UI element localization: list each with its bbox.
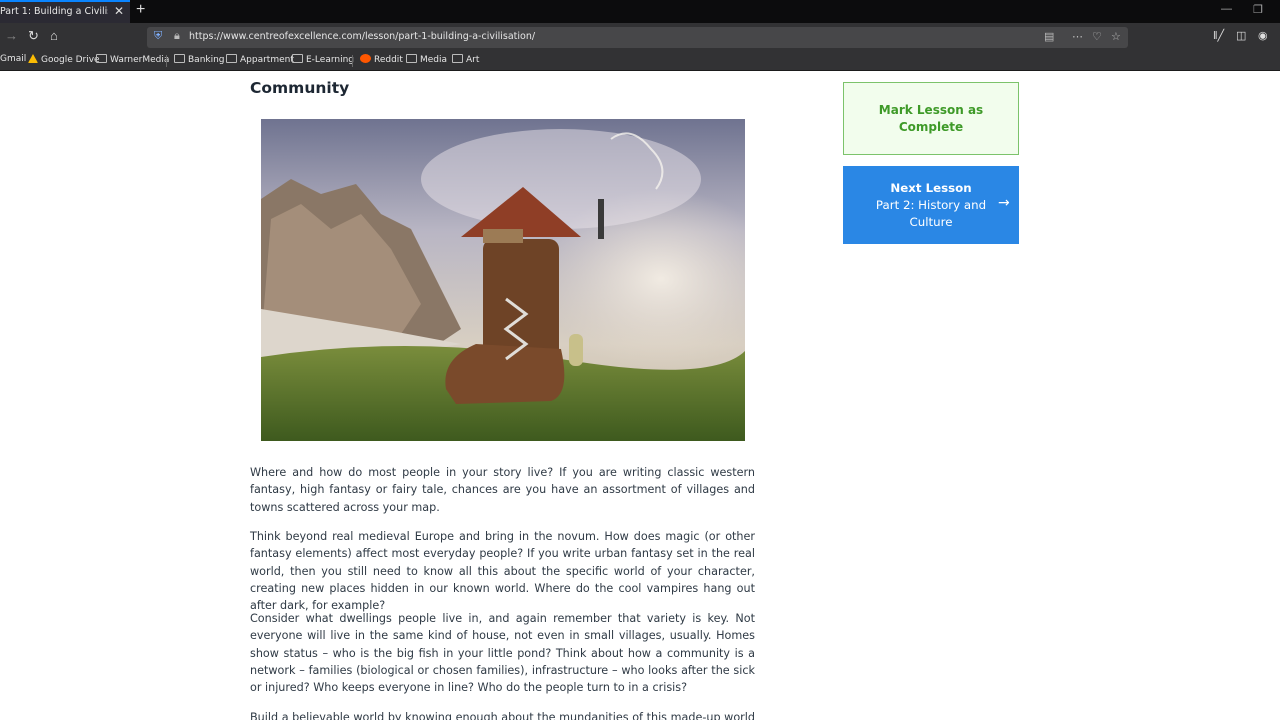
close-icon[interactable]: ✕ (114, 4, 124, 18)
paragraph-3: Consider what dwellings people live in, … (250, 612, 755, 695)
restore-icon[interactable]: ❐ (1253, 3, 1263, 16)
bookmark-star-icon[interactable]: ☆ (1111, 30, 1121, 43)
bookmark-art[interactable]: Art (452, 54, 479, 65)
sidebar-toggle-icon[interactable]: ◫ (1236, 29, 1246, 43)
next-lesson-button[interactable]: Next Lesson Part 2: History and Culture … (843, 166, 1019, 244)
minimize-icon[interactable]: — (1221, 3, 1232, 15)
bookmark-gmail[interactable]: Gmail (0, 54, 26, 64)
folder-icon (226, 54, 237, 63)
paragraph-2: Think beyond real medieval Europe and br… (250, 530, 755, 613)
next-lesson-subtitle: Part 2: History and Culture (875, 198, 987, 229)
pocket-icon[interactable]: ♡ (1092, 30, 1102, 43)
bookmark-media[interactable]: Media (406, 54, 447, 65)
bookmark-warnermedia[interactable]: WarnerMedia (96, 54, 169, 65)
shield-icon[interactable]: ⛨ (154, 30, 162, 43)
paragraph-4: Build a believable world by knowing enou… (250, 711, 755, 720)
active-tab[interactable]: Part 1: Building a Civilisation - ✕ (0, 0, 130, 23)
account-icon[interactable]: ◉ (1258, 29, 1268, 43)
folder-icon (292, 54, 303, 63)
bookmark-appartment[interactable]: Appartment (226, 54, 294, 65)
folder-icon (406, 54, 417, 63)
address-bar[interactable]: ⛨ 🔒︎ https://www.centreofexcellence.com/… (147, 27, 1128, 48)
bookmark-banking[interactable]: Banking (174, 54, 225, 65)
arrow-right-icon: → (998, 195, 1010, 211)
more-actions-icon[interactable]: ⋯ (1072, 30, 1083, 43)
folder-icon (96, 54, 107, 63)
forward-icon[interactable]: → (5, 29, 18, 43)
tab-strip: Part 1: Building a Civilisation - ✕ + — … (0, 0, 1280, 23)
library-icon[interactable]: ‖╱ (1213, 29, 1224, 43)
reload-icon[interactable]: ↻ (28, 29, 39, 43)
bookmark-separator (166, 55, 167, 67)
google-drive-icon (28, 54, 38, 63)
mark-complete-label: Mark Lesson as Complete (878, 102, 984, 134)
bookmark-e-learning[interactable]: E-Learning (292, 54, 354, 65)
tab-title: Part 1: Building a Civilisation - (0, 6, 108, 17)
lock-icon[interactable]: 🔒︎ (174, 30, 180, 43)
hero-image (261, 119, 745, 441)
mark-complete-button[interactable]: Mark Lesson as Complete (843, 82, 1019, 155)
url-text[interactable]: https://www.centreofexcellence.com/lesso… (189, 31, 535, 42)
bookmark-separator (352, 55, 353, 67)
reddit-icon (360, 54, 371, 63)
new-tab-button[interactable]: + (136, 1, 145, 19)
reader-view-icon[interactable]: ▤ (1044, 30, 1054, 43)
bookmarks-toolbar: Gmail Google Drive WarnerMedia Banking A… (0, 51, 1280, 71)
bookmark-reddit[interactable]: Reddit (360, 54, 403, 65)
navigation-toolbar: → ↻ ⌂ ⛨ 🔒︎ https://www.centreofexcellenc… (0, 23, 1280, 51)
next-lesson-title: Next Lesson (890, 181, 972, 195)
folder-icon (174, 54, 185, 63)
section-heading: Community (250, 79, 350, 97)
page-content: Community Where and how do most people i… (0, 71, 1280, 720)
home-icon[interactable]: ⌂ (50, 29, 58, 43)
folder-icon (452, 54, 463, 63)
paragraph-1: Where and how do most people in your sto… (250, 466, 755, 514)
bookmark-google-drive[interactable]: Google Drive (28, 54, 100, 65)
